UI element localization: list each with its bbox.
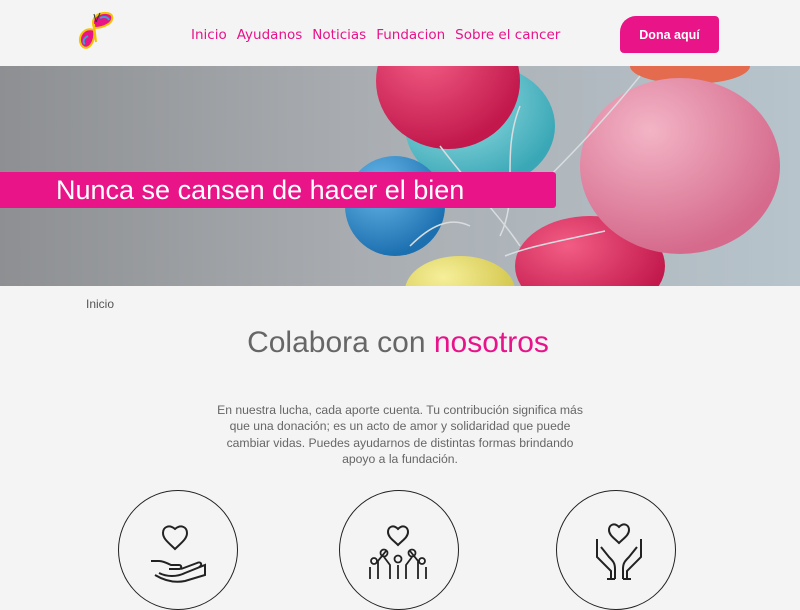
heart-in-hand-icon bbox=[151, 525, 206, 583]
hero-title: Nunca se cansen de hacer el bien bbox=[56, 175, 465, 205]
site-header: Inicio Ayudanos Noticias Fundacion Sobre… bbox=[0, 0, 800, 66]
nav-link-sobre-el-cancer[interactable]: Sobre el cancer bbox=[455, 27, 560, 43]
feature-circle-support[interactable] bbox=[556, 490, 676, 610]
feature-circle-community[interactable] bbox=[339, 490, 459, 610]
nav-link-ayudanos[interactable]: Ayudanos bbox=[237, 27, 303, 43]
page-title: Colabora con nosotros bbox=[0, 326, 796, 360]
butterfly-logo-icon[interactable] bbox=[74, 8, 116, 52]
community-heart-icon bbox=[369, 525, 427, 579]
nav-link-noticias[interactable]: Noticias bbox=[312, 27, 366, 43]
intro-paragraph: En nuestra lucha, cada aporte cuenta. Tu… bbox=[217, 403, 583, 466]
nav-link-fundacion[interactable]: Fundacion bbox=[376, 27, 445, 43]
hero-banner: Nunca se cansen de hacer el bien bbox=[0, 66, 800, 286]
donate-button[interactable]: Dona aquí bbox=[620, 16, 719, 53]
feature-circle-donate[interactable] bbox=[118, 490, 238, 610]
page-title-prefix: Colabora con bbox=[247, 326, 426, 359]
breadcrumb[interactable]: Inicio bbox=[86, 297, 114, 311]
main-nav: Inicio Ayudanos Noticias Fundacion Sobre… bbox=[191, 27, 560, 43]
hands-holding-heart-icon bbox=[596, 523, 642, 580]
nav-link-inicio[interactable]: Inicio bbox=[191, 27, 227, 43]
page-title-accent: nosotros bbox=[433, 326, 549, 359]
